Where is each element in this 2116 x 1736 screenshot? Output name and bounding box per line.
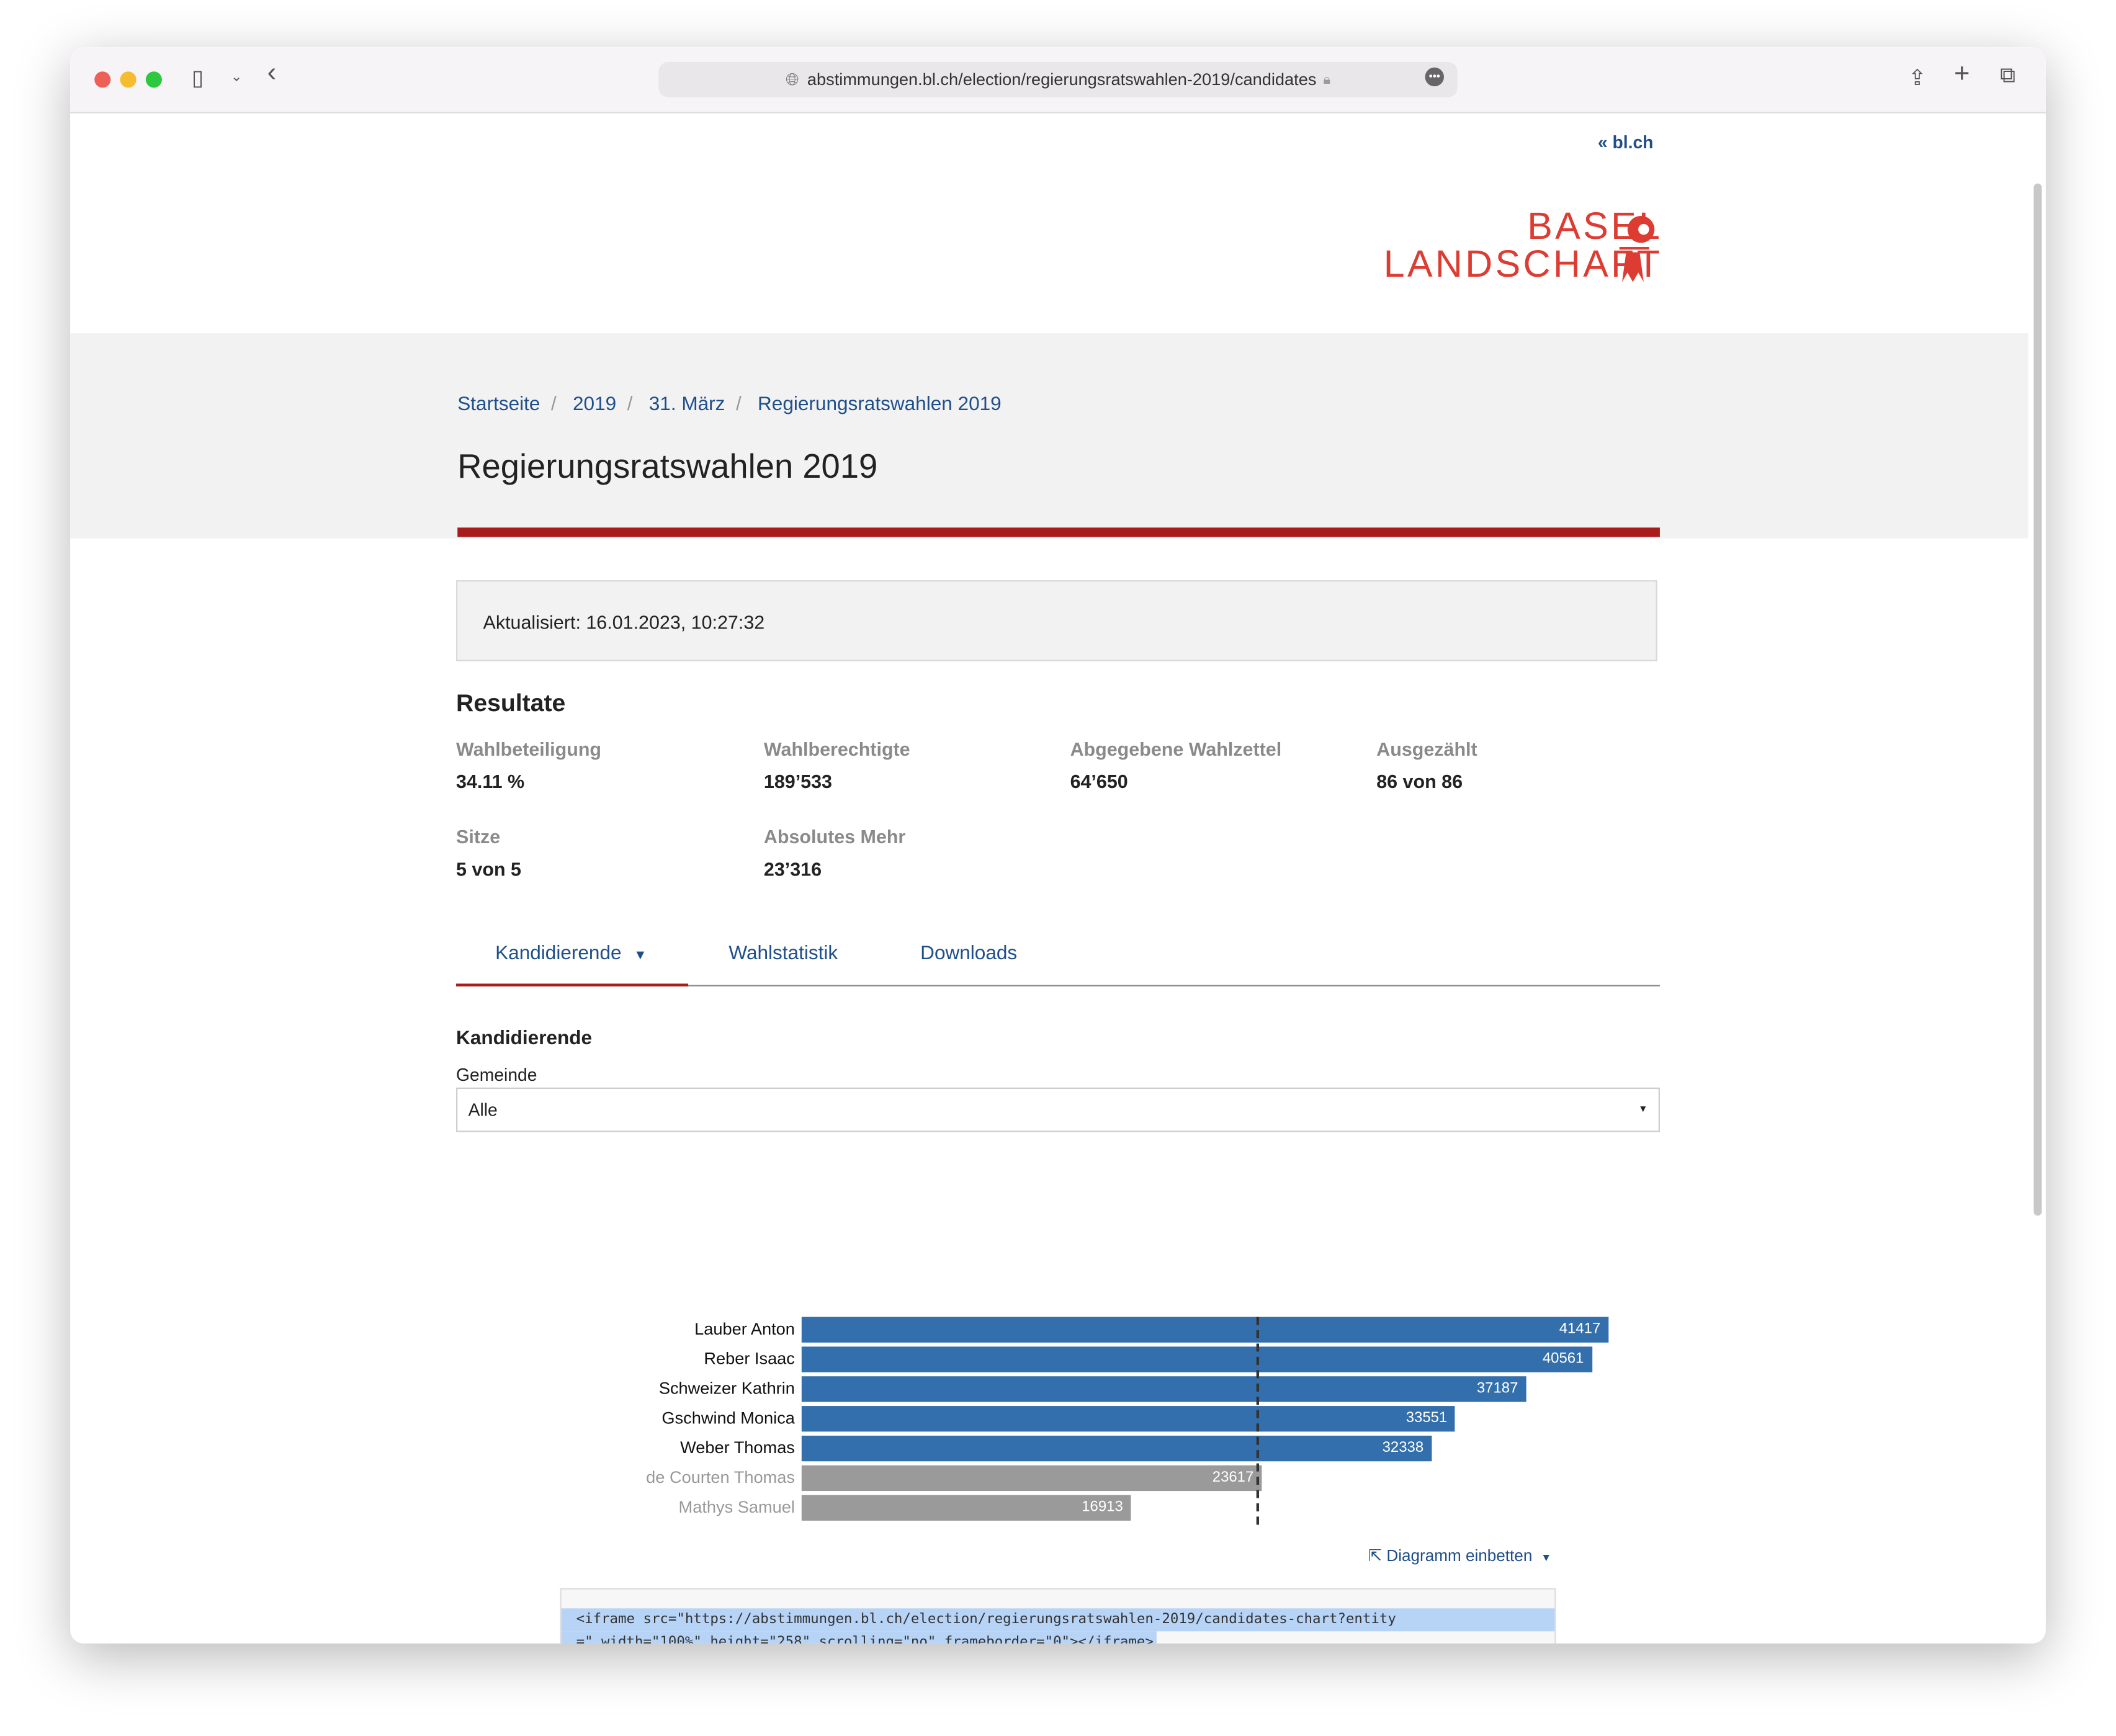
caret-down-icon: ▼ bbox=[1541, 1551, 1552, 1564]
tab-wahlstatistik[interactable]: Wahlstatistik bbox=[728, 943, 838, 965]
seats-value: 5 von 5 bbox=[456, 858, 521, 880]
embed-code-line-1: <iframe src="https://abstimmungen.bl.ch/… bbox=[561, 1608, 1555, 1632]
bar-value: 33551 bbox=[1405, 1410, 1448, 1426]
breadcrumb-2019[interactable]: 2019 bbox=[573, 394, 616, 416]
turnout-value: 34.11 % bbox=[456, 770, 525, 792]
globe-icon: 🌐︎ bbox=[786, 69, 799, 89]
ballots-label: Abgegebene Wahlzettel bbox=[1070, 738, 1282, 760]
eligible-label: Wahlberechtigte bbox=[763, 738, 910, 760]
embed-code-line-2: =" width="100%" height="258" scrolling="… bbox=[561, 1631, 1157, 1644]
majority-label: Absolutes Mehr bbox=[763, 825, 906, 848]
active-tab-indicator bbox=[456, 983, 689, 987]
url-text: abstimmungen.bl.ch/election/regierungsra… bbox=[807, 70, 1317, 89]
accent-bar bbox=[457, 527, 1660, 537]
tabs-overview-icon[interactable]: ⧉ bbox=[2000, 65, 2015, 89]
municipality-label: Gemeinde bbox=[456, 1064, 537, 1085]
bar-value: 40561 bbox=[1542, 1350, 1584, 1367]
bar: 40561 bbox=[801, 1346, 1592, 1372]
municipality-select[interactable]: Alle ▼ bbox=[456, 1087, 1660, 1132]
bar-label: Schweizer Kathrin bbox=[658, 1379, 795, 1398]
bar: 33551 bbox=[801, 1406, 1456, 1432]
page-scrollbar[interactable] bbox=[2033, 183, 2042, 1216]
minimize-window-button[interactable] bbox=[120, 71, 137, 88]
bar-label: de Courten Thomas bbox=[646, 1468, 795, 1487]
bar-label: Mathys Samuel bbox=[678, 1497, 795, 1517]
share-icon: ⇱ bbox=[1368, 1546, 1383, 1565]
absolute-majority-line bbox=[1255, 1317, 1259, 1525]
breadcrumb: Startseite / 2019 / 31. März / Regierung… bbox=[457, 394, 1002, 416]
breadcrumb-date[interactable]: 31. März bbox=[649, 394, 725, 416]
embed-toggle-label: Diagramm einbetten bbox=[1386, 1546, 1533, 1565]
breadcrumb-election[interactable]: Regierungsratswahlen 2019 bbox=[758, 394, 1002, 416]
double-chevron-left-icon: « bbox=[1597, 132, 1613, 153]
results-heading: Resultate bbox=[456, 689, 566, 717]
sidebar-icon[interactable]: ▯ bbox=[192, 65, 204, 91]
back-link-label: bl.ch bbox=[1612, 132, 1654, 153]
title-band bbox=[70, 333, 2029, 539]
ballots-value: 64’650 bbox=[1070, 770, 1128, 792]
zoom-window-button[interactable] bbox=[145, 71, 162, 88]
counted-value: 86 von 86 bbox=[1376, 770, 1463, 792]
updated-notice: Aktualisiert: 16.01.2023, 10:27:32 bbox=[456, 580, 1657, 661]
bar: 41417 bbox=[801, 1317, 1609, 1343]
close-window-button[interactable] bbox=[94, 71, 111, 88]
tab-label: Kandidierende bbox=[495, 943, 622, 965]
bar-label: Lauber Anton bbox=[694, 1319, 795, 1339]
bar: 23617 bbox=[801, 1465, 1262, 1492]
address-bar[interactable]: 🌐︎ abstimmungen.bl.ch/election/regierung… bbox=[658, 62, 1458, 97]
bar-label: Gschwind Monica bbox=[661, 1408, 795, 1428]
browser-toolbar: ▯ ⌄ ‹ 🌐︎ abstimmungen.bl.ch/election/reg… bbox=[70, 47, 2046, 114]
bar-label: Weber Thomas bbox=[680, 1438, 795, 1457]
new-tab-icon[interactable]: + bbox=[1954, 60, 1970, 91]
page-title: Regierungsratswahlen 2019 bbox=[457, 448, 878, 486]
turnout-label: Wahlbeteiligung bbox=[456, 738, 602, 760]
counted-label: Ausgezählt bbox=[1376, 738, 1477, 760]
bar-value: 32338 bbox=[1382, 1439, 1424, 1456]
candidates-heading: Kandidierende bbox=[456, 1028, 593, 1050]
majority-value: 23’316 bbox=[763, 858, 822, 880]
chevron-down-icon[interactable]: ⌄ bbox=[231, 70, 242, 85]
bar-value: 16913 bbox=[1082, 1499, 1123, 1516]
embed-chart-toggle[interactable]: ⇱ Diagramm einbetten ▼ bbox=[1368, 1546, 1551, 1565]
caret-down-icon: ▼ bbox=[1638, 1105, 1648, 1115]
seats-label: Sitze bbox=[456, 825, 501, 848]
more-icon[interactable]: ••• bbox=[1425, 67, 1444, 87]
bar-value: 37187 bbox=[1476, 1380, 1518, 1397]
candidates-bar-chart: Lauber Anton 41417 Reber Isaac 40561 Schweiz… bbox=[556, 1246, 1609, 1525]
back-icon[interactable]: ‹ bbox=[267, 58, 277, 89]
lock-icon: 🔒︎ bbox=[1323, 72, 1330, 87]
select-value: Alle bbox=[468, 1099, 498, 1121]
tab-kandidierende[interactable]: Kandidierende ▼ bbox=[495, 943, 647, 965]
bar: 32338 bbox=[801, 1435, 1432, 1462]
web-page: « bl.ch BASEL LANDSCHAFT Startseite / 20… bbox=[70, 114, 2046, 1644]
share-icon[interactable]: ⇪ bbox=[1908, 65, 1926, 91]
caret-down-icon: ▼ bbox=[634, 948, 647, 964]
baselstab-icon bbox=[1619, 215, 1655, 282]
bar: 16913 bbox=[801, 1495, 1131, 1521]
eligible-value: 189’533 bbox=[763, 770, 832, 792]
bar-label: Reber Isaac bbox=[704, 1349, 795, 1369]
breadcrumb-startseite[interactable]: Startseite bbox=[457, 394, 540, 416]
bar-value: 23617 bbox=[1212, 1469, 1254, 1486]
tab-downloads[interactable]: Downloads bbox=[920, 943, 1017, 965]
bar-value: 41417 bbox=[1559, 1321, 1601, 1338]
browser-window: ▯ ⌄ ‹ 🌐︎ abstimmungen.bl.ch/election/reg… bbox=[70, 47, 2046, 1644]
embed-code-box[interactable]: <iframe src="https://abstimmungen.bl.ch/… bbox=[560, 1588, 1556, 1644]
back-to-blch-link[interactable]: « bl.ch bbox=[1598, 132, 1654, 153]
bar: 37187 bbox=[801, 1376, 1526, 1402]
